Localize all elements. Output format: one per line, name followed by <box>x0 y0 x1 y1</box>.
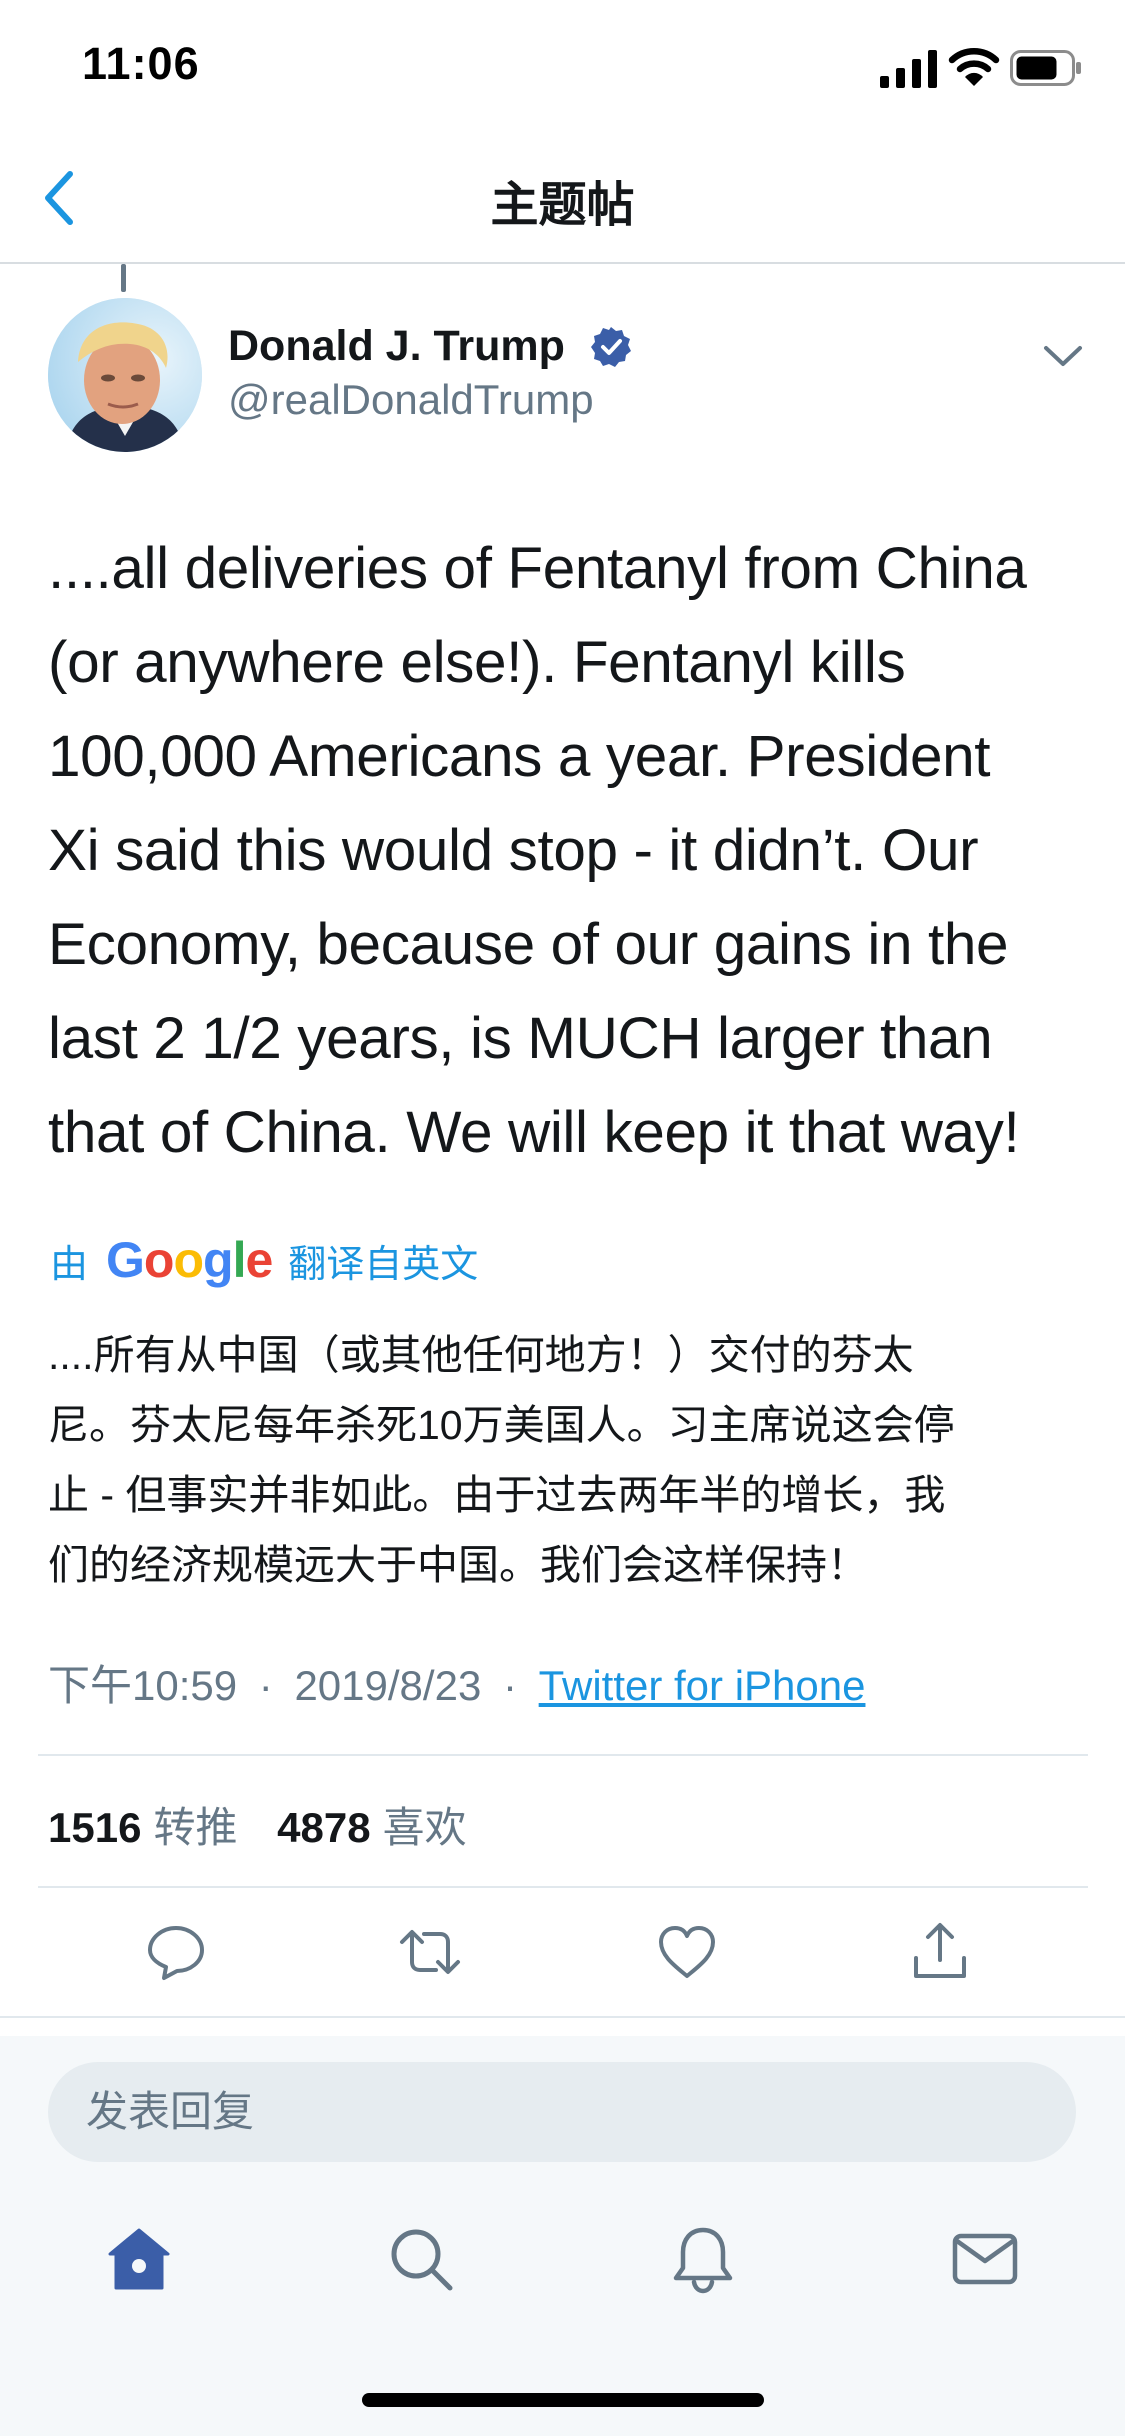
meta-separator: · <box>502 1662 517 1709</box>
likes-count: 4878 <box>277 1804 371 1851</box>
translation-suffix: 翻译自英文 <box>288 1243 479 1286</box>
divider <box>0 2016 1125 2018</box>
translated-text-line: 尼。芬太尼每年杀死10万美国人。习主席说这会停 <box>48 1402 955 1448</box>
translated-text-line: ....所有从中国（或其他任何地方！）交付的芬太 <box>48 1332 914 1378</box>
reply-input[interactable] <box>48 2062 1076 2162</box>
header-divider <box>0 262 1125 264</box>
tweet-meta: 下午10:59 · 2019/8/23 · Twitter for iPhone <box>48 1652 865 1713</box>
tweet-text-line: last 2 1/2 years, is MUCH larger than <box>48 1006 993 1071</box>
tweet-text-line: Xi said this would stop - it didn’t. Our <box>48 818 979 883</box>
meta-separator: · <box>258 1662 273 1709</box>
translation-attribution[interactable]: 由 Google 翻译自英文 <box>50 1230 478 1290</box>
heart-icon[interactable] <box>655 1920 719 1984</box>
translated-text-line: 止 - 但事实并非如此。由于过去两年半的增长，我 <box>48 1472 946 1518</box>
reply-icon[interactable] <box>144 1920 208 1984</box>
avatar[interactable] <box>48 298 202 452</box>
share-icon[interactable] <box>908 1920 972 1984</box>
battery-icon <box>1010 50 1081 86</box>
wifi-icon <box>948 48 1000 86</box>
status-time: 11:06 <box>82 38 200 89</box>
translation-prefix: 由 <box>50 1243 89 1286</box>
tweet-text-line: (or anywhere else!). Fentanyl kills <box>48 630 906 695</box>
thread-connector-line <box>121 264 126 292</box>
tweet-text-line: that of China. We will keep it that way! <box>48 1100 1020 1165</box>
translated-text: ....所有从中国（或其他任何地方！）交付的芬太 尼。芬太尼每年杀死10万美国人… <box>48 1320 1088 1600</box>
cellular-signal-icon <box>880 50 937 88</box>
tweet-time: 下午10:59 <box>48 1662 238 1709</box>
likes-label: 喜欢 <box>382 1804 467 1851</box>
author-name[interactable]: Donald J. Trump <box>228 322 565 371</box>
page-title: 主题帖 <box>490 179 635 232</box>
likes-stat[interactable]: 4878 喜欢 <box>277 1804 466 1851</box>
retweets-count: 1516 <box>48 1804 142 1851</box>
divider <box>38 1754 1088 1756</box>
retweet-icon[interactable] <box>398 1920 462 1984</box>
bell-icon[interactable] <box>668 2224 738 2294</box>
tweet-stats: 1516 转推 4878 喜欢 <box>48 1794 467 1855</box>
verified-badge-icon <box>591 327 631 367</box>
tweet-source-link[interactable]: Twitter for iPhone <box>539 1662 866 1709</box>
tweet-text-line: 100,000 Americans a year. President <box>48 724 991 789</box>
divider <box>38 1886 1088 1888</box>
google-logo: Google <box>106 1232 273 1288</box>
home-indicator <box>362 2393 764 2407</box>
chevron-down-icon[interactable] <box>1042 340 1084 370</box>
author-handle[interactable]: @realDonaldTrump <box>228 376 594 424</box>
tweet-text-line: Economy, because of our gains in the <box>48 912 1009 977</box>
avatar-portrait-icon <box>48 298 202 452</box>
search-icon[interactable] <box>386 2224 456 2294</box>
retweets-label: 转推 <box>153 1804 238 1851</box>
tweet-text: ....all deliveries of Fentanyl from Chin… <box>48 522 1088 1180</box>
home-icon[interactable] <box>104 2224 174 2294</box>
translated-text-line: 们的经济规模远大于中国。我们会这样保持！ <box>48 1542 868 1588</box>
mail-icon[interactable] <box>950 2224 1020 2294</box>
retweets-stat[interactable]: 1516 转推 <box>48 1804 249 1851</box>
tweet-text-line: ....all deliveries of Fentanyl from Chin… <box>48 536 1027 601</box>
tweet-date: 2019/8/23 <box>294 1662 482 1709</box>
